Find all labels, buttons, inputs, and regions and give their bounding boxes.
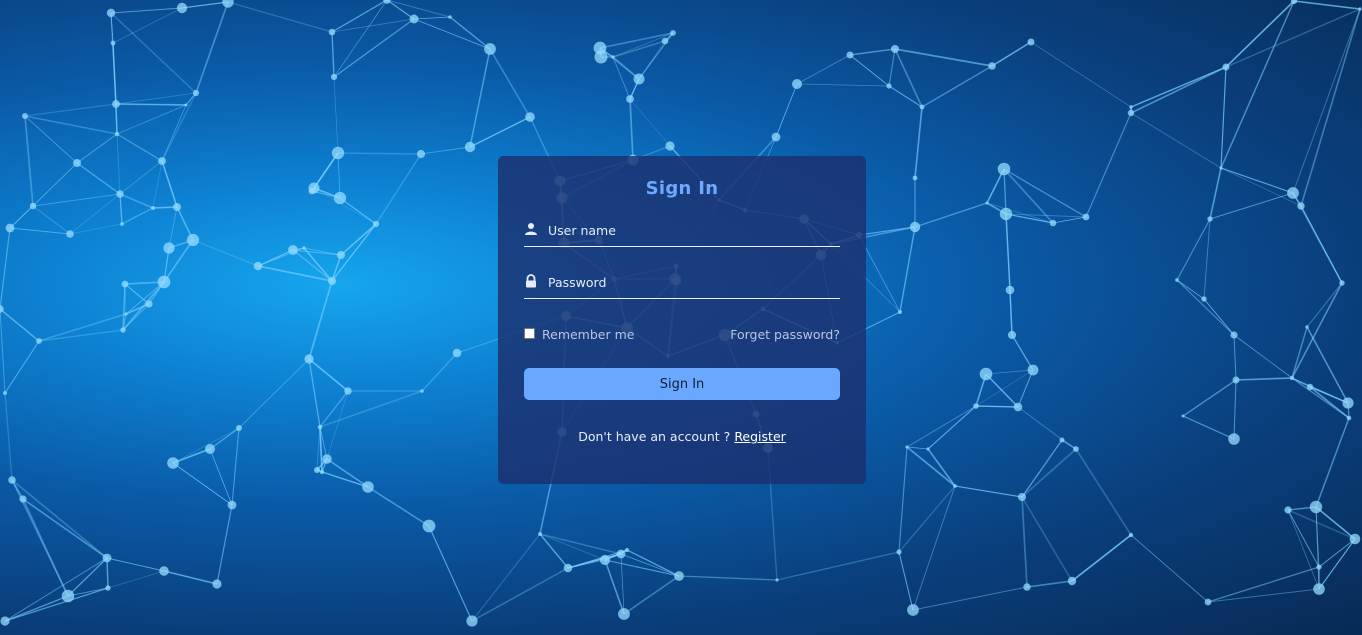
username-input[interactable]	[548, 218, 838, 242]
remember-me[interactable]: Remember me	[524, 327, 634, 342]
forgot-password-link[interactable]: Forget password?	[730, 327, 840, 342]
login-card: Sign In Remember me Forget password? Sig…	[498, 156, 866, 484]
no-account-text: Don't have an account ?	[578, 429, 731, 444]
remember-me-label: Remember me	[542, 327, 635, 342]
password-field	[524, 268, 840, 299]
sign-in-button[interactable]: Sign In	[524, 368, 840, 400]
remember-me-checkbox[interactable]	[524, 327, 535, 339]
login-title: Sign In	[645, 178, 719, 199]
username-field	[524, 216, 840, 247]
user-icon	[525, 223, 537, 235]
password-input[interactable]	[548, 270, 838, 294]
lock-icon	[526, 274, 536, 288]
register-link[interactable]: Register	[734, 429, 785, 444]
register-prompt: Don't have an account ? Register	[498, 429, 866, 444]
